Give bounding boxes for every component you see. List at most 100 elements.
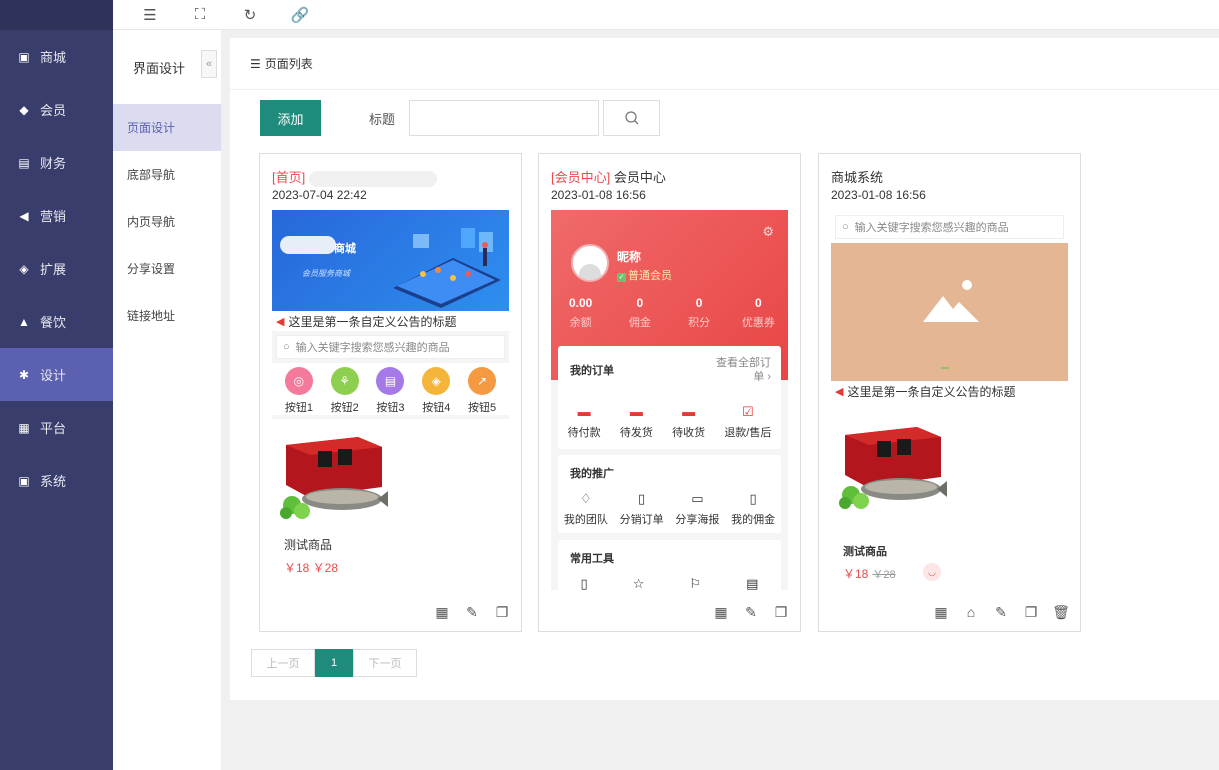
stat-label: 佣金 (628, 317, 651, 329)
link-icon[interactable]: 🔗 (275, 0, 325, 30)
refresh-icon[interactable]: ↻ (225, 0, 275, 30)
edit-icon[interactable]: ✎ (990, 601, 1012, 623)
copy-icon[interactable]: ❐ (1020, 601, 1042, 623)
menu-fold-icon[interactable]: ☰ (125, 0, 175, 30)
search-icon: ○ (283, 341, 290, 353)
nickname: 昵称 (617, 250, 642, 264)
team-icon: ♢ (580, 491, 592, 506)
member-level-text: 普通会员 (628, 270, 672, 282)
star-icon: ☆ (632, 576, 645, 590)
tools-block: 常用工具 ▯ ☆ ⚐ ▤ (558, 540, 781, 590)
subnav-title: 界面设计 (133, 60, 186, 76)
order-label: 退款/售后 (724, 427, 772, 439)
blurred-logo (280, 236, 336, 254)
sidebar-item-label: 系统 (40, 474, 67, 489)
product-image (839, 427, 947, 509)
speaker-icon: ◀︎ (276, 315, 285, 328)
button-5-label: 按钮5 (468, 402, 497, 414)
qrcode-icon[interactable]: ▦ (710, 601, 732, 623)
product-block: 测试商品 ￥18 ￥28 (272, 419, 509, 590)
clipboard-icon: ▯ (638, 491, 646, 506)
prev-page-button[interactable]: 上一页 (251, 649, 315, 677)
avatar (571, 244, 609, 282)
subnav-item-page-design[interactable]: 页面设计 (113, 104, 221, 151)
pagination: 上一页 1 下一页 (251, 649, 417, 677)
notice-bar: ◀︎ 这里是第一条自定义公告的标题 (831, 381, 1068, 401)
preview-button-4: ◈ 按钮4 (422, 367, 450, 415)
stat-value: 0 (755, 296, 762, 310)
sidebar-item-3[interactable]: ◀ 营销 (0, 189, 113, 242)
title-search-input[interactable] (409, 100, 600, 136)
copy-icon[interactable]: ❐ (491, 601, 513, 623)
qrcode-icon[interactable]: ▦ (930, 601, 952, 623)
stat-value: 0 (636, 296, 644, 310)
banner-illustration (393, 228, 501, 308)
tool-4: ▤ (746, 576, 758, 590)
banner-subtitle: 会员服务商城 (302, 269, 350, 278)
card-actions: ▦ ⌂ ✎ ❐ 🗑 (922, 601, 1072, 623)
add-button[interactable]: 添加 (260, 100, 321, 136)
home-icon[interactable]: ⌂ (960, 601, 982, 623)
search-button[interactable] (603, 100, 661, 136)
card-title: [会员中心] 会员中心 (551, 167, 666, 186)
order-refund: ☑ 退款/售后 (724, 404, 771, 440)
notice-text: 这里是第一条自定义公告的标题 (847, 384, 1016, 399)
stat-label: 优惠券 (741, 317, 775, 329)
card-date: 2023-07-04 22:42 (272, 188, 367, 202)
subnav-item-share-settings[interactable]: 分享设置 (113, 245, 221, 292)
page-title: 页面列表 (264, 57, 313, 71)
copy-icon[interactable]: ❐ (770, 601, 792, 623)
edit-icon[interactable]: ✎ (740, 601, 762, 623)
qrcode-icon[interactable]: ▦ (431, 601, 453, 623)
stat-coupons: 0 优惠券 (731, 296, 786, 330)
subnav-item-bottom-nav[interactable]: 底部导航 (113, 151, 221, 198)
logo-area (0, 0, 113, 30)
edit-icon[interactable]: ✎ (461, 601, 483, 623)
card-actions: ▦ ✎ ❐ (702, 601, 792, 623)
sidebar-item-7[interactable]: ▦ 平台 (0, 401, 113, 454)
commission-icon: ▯ (749, 491, 757, 506)
subnav-item-link-address[interactable]: 链接地址 (113, 292, 221, 339)
sidebar-item-6[interactable]: ✱ 设计 (0, 348, 113, 401)
system-icon: ▣ (18, 473, 30, 488)
preview-search: ○ 输入关键字搜索您感兴趣的商品 (276, 335, 505, 359)
order-label: 待付款 (567, 427, 601, 439)
button-2-label: 按钮2 (330, 402, 359, 414)
finance-icon: ▤ (18, 155, 30, 170)
button-row: ◎ 按钮1 ⚘ 按钮2 ▤ 按钮3 ◈ 按钮4 ↗ 按钮5 (272, 363, 509, 415)
sidebar-item-0[interactable]: ▣ 商城 (0, 30, 113, 83)
card-actions: ▦ ✎ ❐ (423, 601, 513, 623)
sidebar-item-8[interactable]: ▣ 系统 (0, 454, 113, 507)
stat-commission: 0 佣金 (612, 296, 667, 330)
subnav-item-inner-nav[interactable]: 内页导航 (113, 198, 221, 245)
preview-button-1: ◎ 按钮1 (285, 367, 313, 415)
dining-icon: ▲ (18, 314, 30, 329)
button-4-icon: ◈ (422, 367, 451, 395)
card-date: 2023-01-08 16:56 (551, 188, 646, 202)
grid-icon: ▦ (18, 420, 30, 435)
sidebar-item-2[interactable]: ▤ 财务 (0, 136, 113, 189)
collapse-icon[interactable]: « (201, 50, 217, 78)
sidebar-item-1[interactable]: ◆ 会员 (0, 83, 113, 136)
list-icon: ☰ (250, 56, 261, 71)
button-4-label: 按钮4 (422, 402, 451, 414)
preview-button-3: ▤ 按钮3 (376, 367, 405, 415)
button-3-label: 按钮3 (376, 402, 405, 414)
page-number-1[interactable]: 1 (315, 649, 353, 677)
button-5-icon: ↗ (468, 367, 497, 395)
stat-balance: 0.00 余额 (553, 296, 608, 330)
member-stats: 0.00 余额 0 佣金 0 积分 0 优惠券 (551, 296, 788, 330)
stat-label: 积分 (688, 317, 711, 329)
promo-label: 我的团队 (563, 514, 608, 526)
sidebar-item-4[interactable]: ◈ 扩展 (0, 242, 113, 295)
button-1-label: 按钮1 (284, 402, 313, 414)
delete-icon[interactable]: 🗑 (1050, 601, 1072, 623)
wallet-icon: ▬ (577, 404, 591, 419)
sidebar-item-5[interactable]: ▲ 餐饮 (0, 295, 113, 348)
product-name: 测试商品 (843, 546, 887, 558)
cube-icon: ◈ (19, 261, 29, 276)
banner-image: 商城 会员服务商城 (272, 210, 509, 311)
orders-row: ▬ 待付款 ▬ 待发货 ▬ 待收货 ☑ 退款/售后 (558, 404, 781, 440)
next-page-button[interactable]: 下一页 (353, 649, 417, 677)
fullscreen-icon[interactable]: ⛶ (175, 0, 225, 30)
